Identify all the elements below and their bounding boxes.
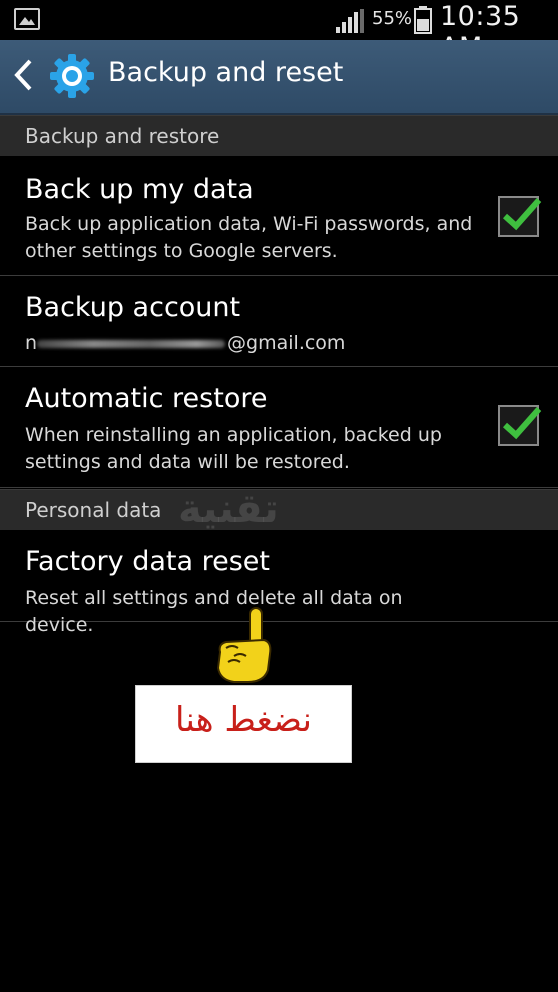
back-icon[interactable] [12,58,34,92]
back-up-data-checkbox[interactable] [498,196,542,237]
status-bar: 55% 10:35 AM [0,0,558,63]
gallery-icon [14,8,40,30]
battery-icon [414,6,432,34]
email-redaction [37,339,226,348]
checkmark-icon [502,198,542,231]
section-header-label: Personal data [25,498,162,522]
settings-row-factory-data-reset[interactable]: Factory data reset Reset all settings an… [0,530,558,636]
action-bar: Backup and reset [0,40,558,115]
section-header-personal-data: Personal data [0,489,558,530]
row-title: Automatic restore [25,383,268,414]
row-title: Factory data reset [25,546,270,577]
automatic-restore-checkbox[interactable] [498,405,542,446]
row-title: Back up my data [25,174,254,205]
settings-gear-icon [50,54,94,98]
section-header-label: Backup and restore [25,124,220,148]
backup-account-email: n @gmail.com [25,330,475,357]
callout-box: نضغط هنا [135,685,352,763]
watermark: تقنية [178,486,279,532]
settings-row-automatic-restore[interactable]: Automatic restore When reinstalling an a… [0,367,558,488]
page-title: Backup and reset [108,57,344,88]
pointing-hand-icon [216,607,272,683]
row-subtitle: When reinstalling an application, backed… [25,424,442,473]
callout-text: نضغط هنا [175,700,312,740]
checkmark-icon [502,407,542,440]
battery-percent: 55% [372,8,413,29]
row-title: Backup account [25,292,241,323]
signal-icon [336,9,364,33]
email-prefix: n [25,332,38,354]
settings-row-back-up-my-data[interactable]: Back up my data Back up application data… [0,156,558,276]
row-subtitle: Back up application data, Wi-Fi password… [25,213,473,262]
section-header-backup-restore: Backup and restore [0,115,558,156]
settings-row-backup-account[interactable]: Backup account n @gmail.com [0,276,558,367]
email-suffix: @gmail.com [227,332,346,354]
